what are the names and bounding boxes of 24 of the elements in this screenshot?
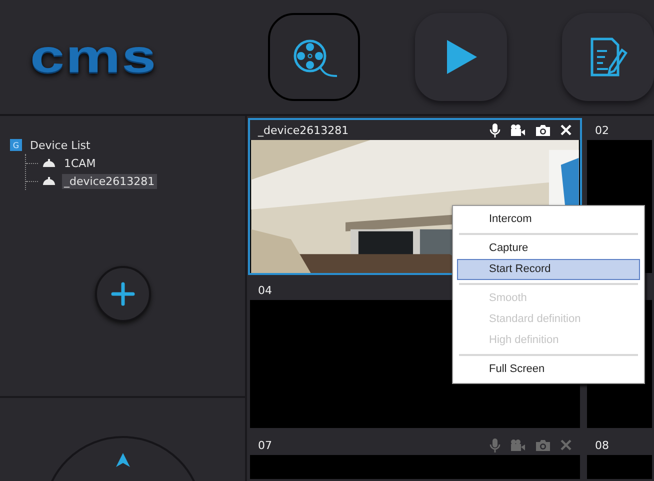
up-arrow-icon[interactable] [114,452,130,468]
plus-icon [110,281,136,307]
add-button[interactable] [94,266,150,322]
cell-title: 02 [595,124,609,136]
tree-item[interactable]: Device List [28,138,92,152]
cell-title: 07 [258,438,272,452]
tree-item[interactable]: 1CAM [62,156,98,170]
menu-item[interactable]: Start Record [457,259,640,280]
video-cell[interactable]: 08 [585,433,654,481]
toolbar-button[interactable] [268,13,360,101]
toolbar-button[interactable] [415,13,507,101]
camera-dome-icon [42,176,56,186]
camera-icon[interactable] [535,124,551,136]
cell-title: _device2613281 [258,124,349,136]
cell-title: 04 [258,284,272,296]
document-edit-icon [588,36,628,78]
microphone-icon[interactable] [489,122,501,138]
video-camera-icon[interactable] [510,124,526,136]
logo: cms [30,34,158,80]
tree-item[interactable]: _device2613281 [62,174,157,188]
toolbar-button[interactable] [562,13,654,101]
camera-dome-icon [42,158,56,168]
folder-badge: G [10,139,22,151]
cell-title: 08 [595,438,609,452]
